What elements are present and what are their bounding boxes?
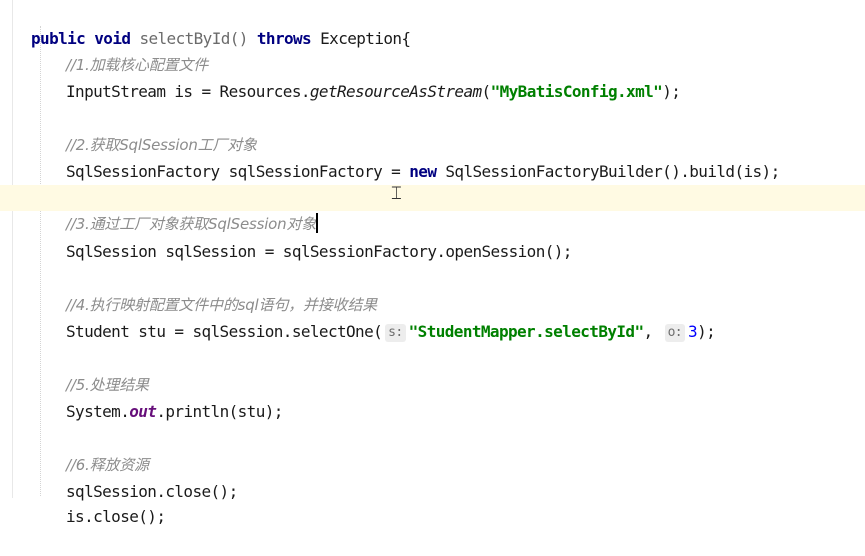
code-line-comment-5[interactable]: //5.处理结果	[0, 346, 865, 394]
paren-open: (	[481, 82, 492, 101]
param-hint-s: s:	[385, 324, 406, 342]
code-line-1[interactable]: InputStream is = Resources.getResourceAs…	[0, 53, 865, 101]
code-4b: ,	[643, 322, 662, 341]
code-2b: SqlSessionFactoryBuilder().build(is);	[436, 162, 780, 181]
keyword-new: new	[409, 162, 437, 181]
string-mapper-id: "StudentMapper.selectById"	[408, 322, 644, 341]
code-7: is.close();	[66, 507, 166, 526]
code-5a: System.	[66, 402, 130, 421]
code-line-comment-3-current[interactable]: //3.通过工厂对象获取SqlSession对象	[0, 185, 865, 233]
static-method-call: getResourceAsStream	[309, 82, 482, 101]
code-4a: Student stu = sqlSession.selectOne(	[66, 322, 383, 341]
param-hint-o: o:	[664, 324, 686, 342]
code-line-2[interactable]: SqlSessionFactory sqlSessionFactory = ne…	[0, 133, 865, 181]
static-field-out: out	[129, 402, 157, 421]
code-line-5[interactable]: System.out.println(stu);	[0, 373, 865, 421]
code-3: SqlSession sqlSession = sqlSessionFactor…	[66, 242, 572, 261]
code-1a: InputStream is = Resources.	[66, 82, 310, 101]
code-4c: );	[697, 322, 716, 341]
code-line-7[interactable]: is.close();	[0, 478, 865, 526]
code-5b: .println(stu);	[156, 402, 283, 421]
code-1d: );	[662, 82, 681, 101]
code-2a: SqlSessionFactory sqlSessionFactory =	[66, 162, 410, 181]
code-line-method-signature[interactable]: public void selectById() throws Exceptio…	[0, 0, 865, 48]
string-config-file: "MyBatisConfig.xml"	[490, 82, 663, 101]
number-literal: 3	[688, 322, 698, 341]
code-line-4[interactable]: Student stu = sqlSession.selectOne(s: "St…	[0, 293, 865, 342]
code-line-comment-6[interactable]: //6.释放资源	[0, 426, 865, 474]
text-ibeam-cursor-icon: ⌶	[391, 183, 402, 204]
code-editor[interactable]: public void selectById() throws Exceptio…	[0, 0, 865, 526]
code-line-comment-2[interactable]: //2.获取SqlSession工厂对象	[0, 106, 865, 154]
code-line-6[interactable]: sqlSession.close();	[0, 453, 865, 501]
code-line-comment-1[interactable]: //1.加载核心配置文件	[0, 26, 865, 74]
code-line-3[interactable]: SqlSession sqlSession = sqlSessionFactor…	[0, 213, 865, 261]
code-line-comment-4[interactable]: //4.执行映射配置文件中的sql语句，并接收结果	[0, 266, 865, 314]
